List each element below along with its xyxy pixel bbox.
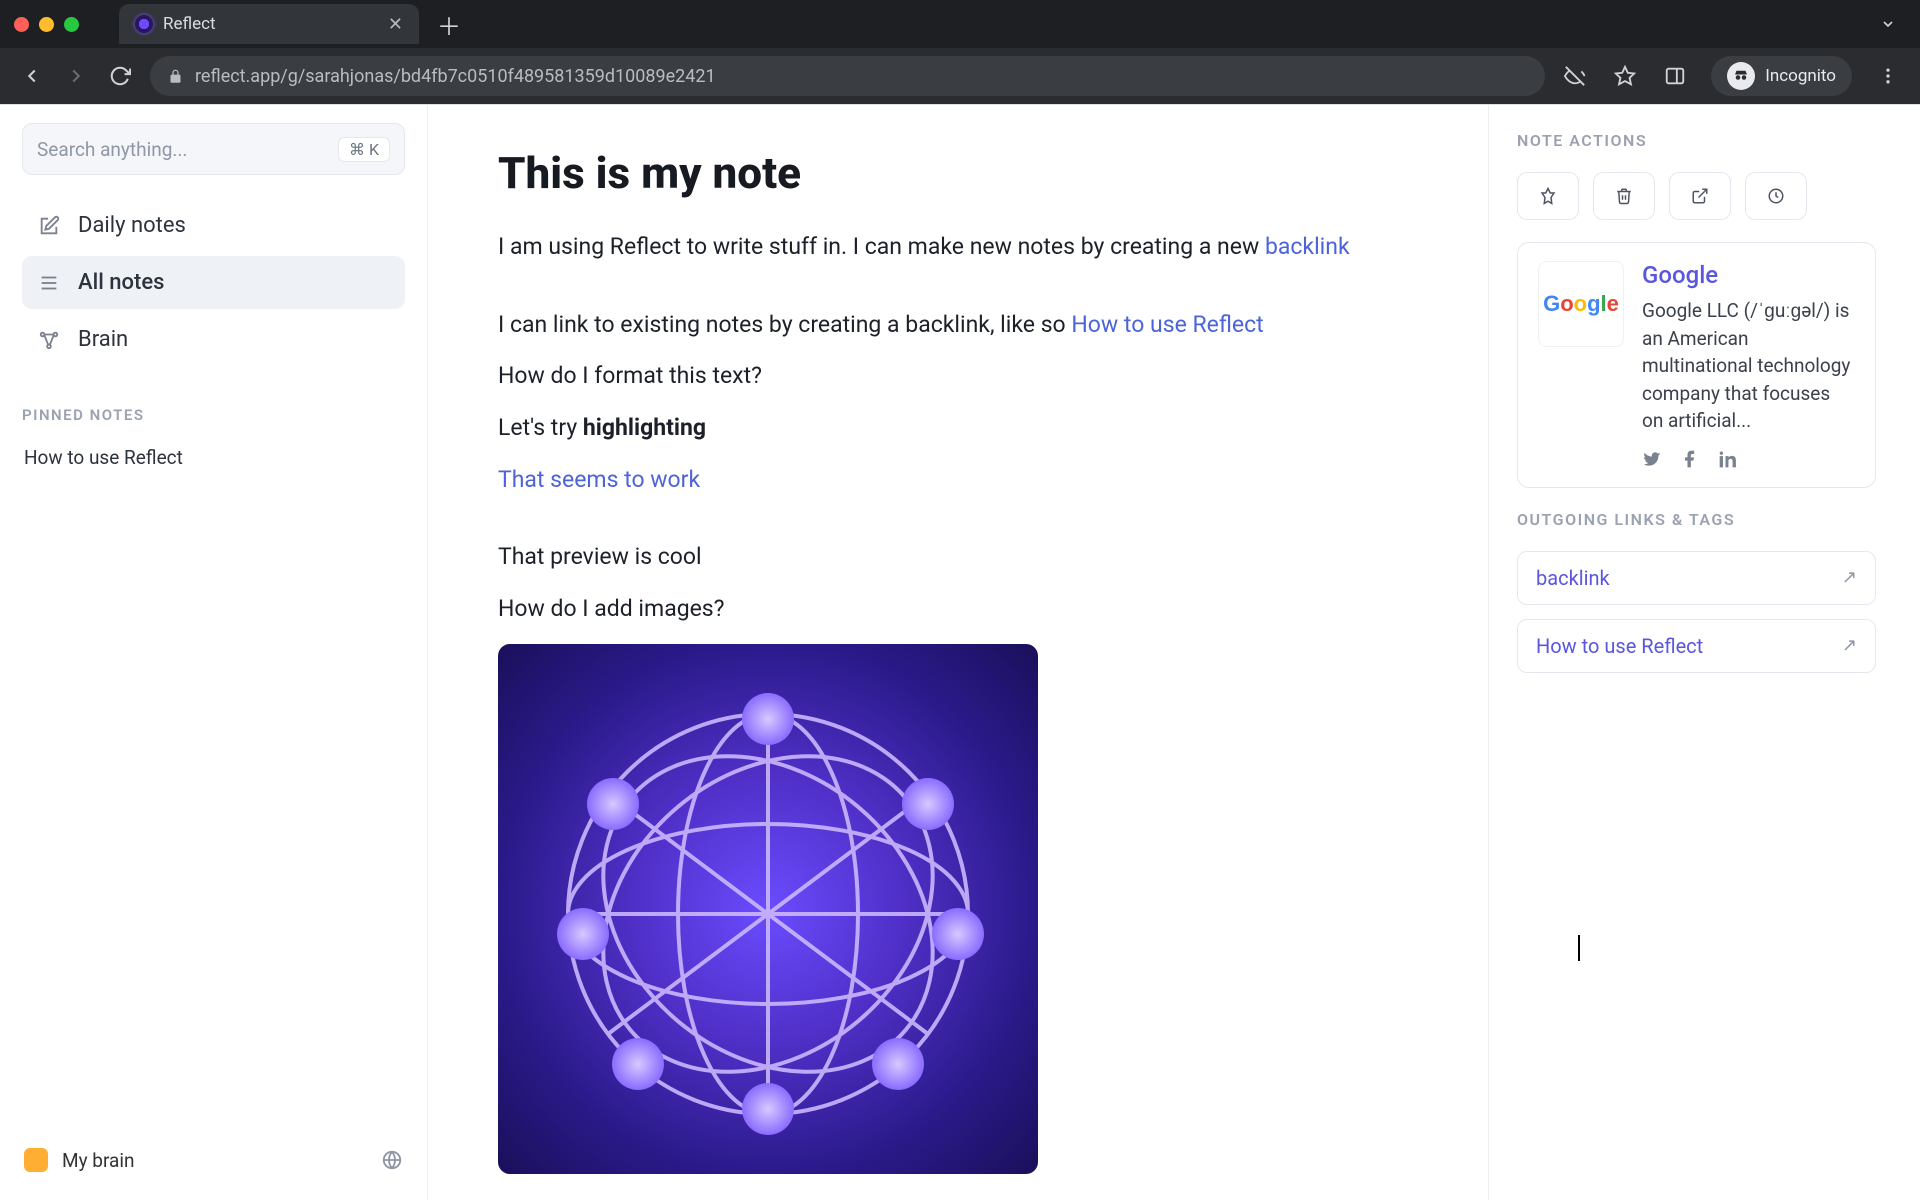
lock-icon: [168, 69, 183, 84]
main-area: This is my note I am using Reflect to wr…: [428, 105, 1920, 1200]
note-paragraph[interactable]: Let's try highlighting: [498, 410, 1418, 446]
toolbar-right-icons: Incognito: [1561, 56, 1902, 96]
note-actions-label: NOTE ACTIONS: [1517, 131, 1876, 150]
sidebar-item-label: Brain: [78, 327, 128, 352]
outgoing-link-item[interactable]: How to use Reflect ↗: [1517, 619, 1876, 673]
browser-tab[interactable]: Reflect ✕: [119, 4, 419, 44]
incognito-icon: [1727, 62, 1755, 90]
note-backlink[interactable]: How to use Reflect: [1071, 311, 1263, 338]
tab-list-button[interactable]: [1870, 16, 1906, 32]
sidebar-nav: Daily notes All notes Brain: [22, 199, 405, 366]
workspace-color-icon: [24, 1148, 48, 1172]
link-preview-socials: [1642, 449, 1855, 469]
link-preview-thumb: Google: [1538, 261, 1624, 347]
nav-back-button[interactable]: [18, 65, 46, 87]
arrow-icon: ↗: [1842, 567, 1857, 588]
delete-note-button[interactable]: [1593, 172, 1655, 220]
link-preview-body: Google Google LLC (/ˈɡuːɡəl/) is an Amer…: [1642, 261, 1855, 469]
link-preview-card[interactable]: Google Google Google LLC (/ˈɡuːɡəl/) is …: [1517, 242, 1876, 488]
note-link[interactable]: That seems to work: [498, 466, 700, 493]
note-image[interactable]: [498, 644, 1038, 1174]
window-zoom-button[interactable]: [64, 17, 79, 32]
link-preview-title[interactable]: Google: [1642, 261, 1855, 289]
note-text: I can link to existing notes by creating…: [498, 311, 1071, 338]
list-icon: [38, 272, 62, 294]
sidebar-item-brain[interactable]: Brain: [22, 313, 405, 366]
facebook-icon[interactable]: [1680, 449, 1700, 469]
link-preview-desc: Google LLC (/ˈɡuːɡəl/) is an American mu…: [1642, 297, 1855, 435]
tab-close-button[interactable]: ✕: [388, 14, 403, 35]
note-text: Let's try: [498, 414, 583, 441]
browser-tab-title: Reflect: [163, 14, 216, 34]
window-minimize-button[interactable]: [39, 17, 54, 32]
linkedin-icon[interactable]: [1718, 449, 1738, 469]
sidebar-footer[interactable]: My brain: [22, 1138, 405, 1182]
note-bold-text: highlighting: [583, 414, 706, 441]
sidebar-item-label: All notes: [78, 270, 164, 295]
outgoing-link-label: backlink: [1536, 566, 1610, 590]
text-cursor-icon: [1578, 935, 1580, 961]
workspace-name: My brain: [62, 1149, 134, 1172]
note-paragraph[interactable]: I am using Reflect to write stuff in. I …: [498, 229, 1418, 265]
sidebar: Search anything... ⌘ K Daily notes All n…: [0, 105, 428, 1200]
browser-menu-button[interactable]: [1874, 66, 1902, 86]
outgoing-label: OUTGOING LINKS & TAGS: [1517, 510, 1876, 529]
incognito-indicator[interactable]: Incognito: [1711, 56, 1852, 96]
note-paragraph[interactable]: That seems to work: [498, 462, 1418, 498]
note-editor[interactable]: This is my note I am using Reflect to wr…: [428, 105, 1488, 1200]
google-logo-icon: Google: [1543, 291, 1619, 317]
note-paragraph[interactable]: How do I format this text?: [498, 358, 1418, 394]
note-blank-line: [498, 513, 1418, 523]
app-root: Search anything... ⌘ K Daily notes All n…: [0, 104, 1920, 1200]
sidebar-item-label: Daily notes: [78, 213, 186, 238]
browser-toolbar: reflect.app/g/sarahjonas/bd4fb7c0510f489…: [0, 48, 1920, 104]
outgoing-list: backlink ↗ How to use Reflect ↗: [1517, 551, 1876, 673]
sidebar-item-daily-notes[interactable]: Daily notes: [22, 199, 405, 252]
incognito-label: Incognito: [1765, 66, 1836, 86]
note-paragraph[interactable]: I can link to existing notes by creating…: [498, 307, 1418, 343]
note-paragraph[interactable]: How do I add images?: [498, 591, 1418, 627]
open-external-button[interactable]: [1669, 172, 1731, 220]
nav-reload-button[interactable]: [106, 65, 134, 87]
search-shortcut: ⌘ K: [338, 137, 390, 162]
edit-icon: [38, 215, 62, 237]
outgoing-link-item[interactable]: backlink ↗: [1517, 551, 1876, 605]
nav-forward-button[interactable]: [62, 65, 90, 87]
window-controls: [14, 17, 79, 32]
search-input[interactable]: Search anything... ⌘ K: [22, 123, 405, 175]
window-close-button[interactable]: [14, 17, 29, 32]
note-text: I am using Reflect to write stuff in. I …: [498, 233, 1265, 260]
pinned-note-item[interactable]: How to use Reflect: [22, 440, 405, 475]
support-icon[interactable]: [381, 1149, 403, 1171]
network-graphic-icon: [498, 644, 1038, 1174]
arrow-icon: ↗: [1842, 635, 1857, 656]
note-actions-panel: NOTE ACTIONS Google: [1488, 105, 1904, 1200]
sidebar-item-all-notes[interactable]: All notes: [22, 256, 405, 309]
address-bar[interactable]: reflect.app/g/sarahjonas/bd4fb7c0510f489…: [150, 56, 1545, 96]
note-backlink[interactable]: backlink: [1265, 233, 1350, 260]
note-blank-line: [498, 281, 1418, 291]
search-placeholder: Search anything...: [37, 138, 187, 161]
outgoing-link-label: How to use Reflect: [1536, 634, 1703, 658]
eye-off-icon[interactable]: [1561, 65, 1589, 87]
new-tab-button[interactable]: ＋: [419, 7, 479, 42]
note-action-buttons: [1517, 172, 1876, 220]
browser-tab-strip: Reflect ✕ ＋: [0, 0, 1920, 48]
reflect-favicon-icon: [135, 15, 153, 33]
network-icon: [38, 329, 62, 351]
side-panel-icon[interactable]: [1661, 65, 1689, 87]
pin-note-button[interactable]: [1517, 172, 1579, 220]
pinned-note-label: How to use Reflect: [24, 446, 183, 469]
address-bar-url: reflect.app/g/sarahjonas/bd4fb7c0510f489…: [195, 66, 716, 87]
bookmark-star-icon[interactable]: [1611, 65, 1639, 87]
pinned-notes-label: PINNED NOTES: [22, 406, 405, 424]
history-button[interactable]: [1745, 172, 1807, 220]
note-title[interactable]: This is my note: [498, 147, 1418, 199]
note-paragraph[interactable]: That preview is cool: [498, 539, 1418, 575]
twitter-icon[interactable]: [1642, 449, 1662, 469]
